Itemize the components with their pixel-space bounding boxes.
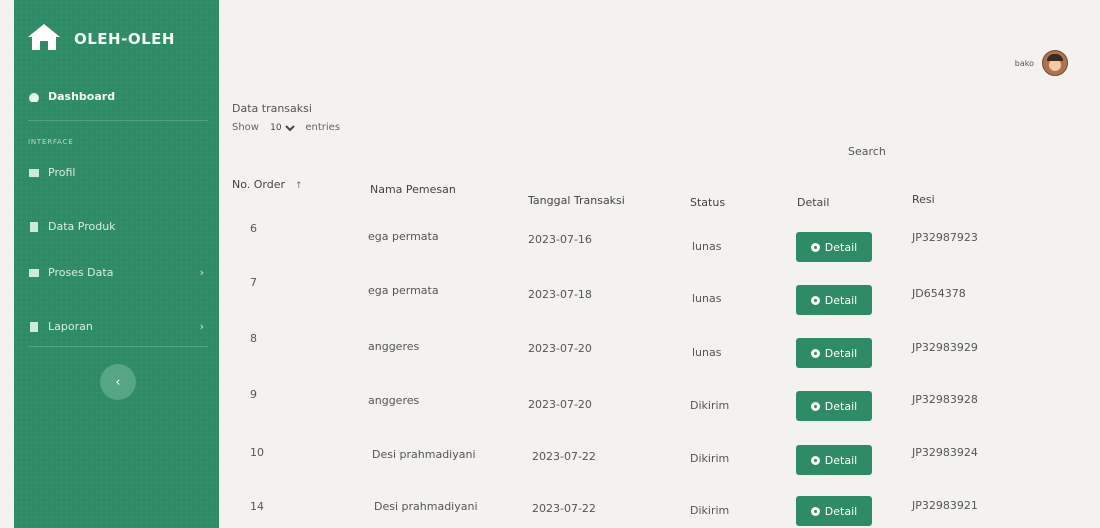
- cell-tanggal: 2023-07-22: [532, 502, 596, 515]
- cell-status: lunas: [692, 240, 722, 253]
- cell-status: lunas: [692, 292, 722, 305]
- file-icon: [28, 221, 40, 232]
- dashboard-icon: [28, 92, 40, 103]
- cell-resi: JP32983928: [912, 393, 978, 406]
- sort-asc-icon: ↑: [295, 181, 303, 191]
- cell-tanggal: 2023-07-20: [528, 342, 592, 355]
- sidebar-item-label: Profil: [48, 166, 76, 179]
- sidebar-item-laporan[interactable]: Laporan ›: [28, 320, 208, 333]
- sidebar-section-label: INTERFACE: [28, 138, 74, 146]
- sidebar: OLEH-OLEH Dashboard INTERFACE Profil Dat…: [14, 0, 219, 528]
- sidebar-toggle-button[interactable]: ‹: [100, 364, 136, 400]
- table-header-tanggal[interactable]: Tanggal Transaksi: [528, 194, 625, 207]
- cell-status: Dikirim: [690, 399, 730, 412]
- cell-nama: ega permata: [368, 230, 439, 243]
- search-input[interactable]: [900, 140, 1054, 162]
- cell-nama: anggeres: [368, 340, 420, 353]
- cell-status: Dikirim: [690, 452, 730, 465]
- sidebar-item-label: Proses Data: [48, 266, 114, 279]
- cell-no: 14: [250, 500, 264, 513]
- table-icon: [28, 268, 40, 278]
- table-header-no-order[interactable]: No. Order ↑: [232, 178, 303, 191]
- username: bako: [1014, 58, 1034, 68]
- cell-resi: JP32987923: [912, 231, 978, 244]
- sidebar-item-proses-data[interactable]: Proses Data ›: [28, 266, 208, 279]
- page-title: Data transaksi: [232, 102, 312, 115]
- home-icon: [26, 22, 62, 56]
- cell-resi: JP32983924: [912, 446, 978, 459]
- cell-nama: anggeres: [368, 394, 420, 407]
- cell-tanggal: 2023-07-16: [528, 233, 592, 246]
- cell-no: 7: [250, 276, 257, 289]
- eye-icon: [810, 455, 820, 465]
- detail-button[interactable]: Detail: [796, 232, 872, 262]
- cell-no: 8: [250, 332, 257, 345]
- eye-icon: [810, 348, 820, 358]
- eye-icon: [810, 242, 820, 252]
- table-header-resi[interactable]: Resi: [912, 193, 935, 206]
- avatar: [1042, 50, 1068, 76]
- chevron-left-icon: ‹: [115, 374, 121, 390]
- cell-no: 10: [250, 446, 264, 459]
- entries-control: Show 10 entries: [232, 122, 340, 134]
- eye-icon: [810, 401, 820, 411]
- cell-nama: Desi prahmadiyani: [372, 448, 476, 461]
- entries-label: entries: [305, 122, 341, 133]
- cell-nama: Desi prahmadiyani: [374, 500, 478, 513]
- detail-button[interactable]: Detail: [796, 285, 872, 315]
- cell-nama: ega permata: [368, 284, 439, 297]
- detail-button[interactable]: Detail: [796, 445, 872, 475]
- show-label: Show: [232, 122, 259, 133]
- cell-resi: JD654378: [912, 287, 966, 300]
- sidebar-divider: [28, 120, 208, 121]
- table-header-nama[interactable]: Nama Pemesan: [370, 183, 456, 196]
- sidebar-item-data-produk[interactable]: Data Produk: [28, 220, 208, 233]
- cell-status: Dikirim: [690, 504, 730, 517]
- user-menu[interactable]: bako: [1015, 50, 1068, 76]
- eye-icon: [810, 295, 820, 305]
- cell-tanggal: 2023-07-18: [528, 288, 592, 301]
- search-label: Search: [848, 145, 886, 158]
- chevron-right-icon: ›: [199, 266, 204, 279]
- sidebar-item-label: Data Produk: [48, 220, 116, 233]
- table-header-status[interactable]: Status: [690, 196, 725, 209]
- chevron-right-icon: ›: [199, 320, 204, 333]
- cell-tanggal: 2023-07-20: [528, 398, 592, 411]
- cell-no: 6: [250, 222, 257, 235]
- cell-resi: JP32983921: [912, 499, 978, 512]
- sidebar-item-profil[interactable]: Profil: [28, 166, 208, 179]
- report-icon: [28, 321, 40, 332]
- table-icon: [28, 168, 40, 178]
- brand-name: OLEH-OLEH: [74, 30, 175, 48]
- cell-no: 9: [250, 388, 257, 401]
- brand[interactable]: OLEH-OLEH: [26, 22, 175, 56]
- table-header-detail[interactable]: Detail: [797, 196, 829, 209]
- cell-resi: JP32983929: [912, 341, 978, 354]
- sidebar-item-dashboard[interactable]: Dashboard: [28, 90, 208, 103]
- sidebar-item-label: Dashboard: [48, 90, 116, 103]
- cell-status: lunas: [692, 346, 722, 359]
- entries-select[interactable]: 10: [266, 122, 299, 134]
- detail-button[interactable]: Detail: [796, 496, 872, 526]
- eye-icon: [810, 506, 820, 516]
- cell-tanggal: 2023-07-22: [532, 450, 596, 463]
- sidebar-divider: [28, 346, 208, 347]
- sidebar-item-label: Laporan: [48, 320, 93, 333]
- detail-button[interactable]: Detail: [796, 338, 872, 368]
- detail-button[interactable]: Detail: [796, 391, 872, 421]
